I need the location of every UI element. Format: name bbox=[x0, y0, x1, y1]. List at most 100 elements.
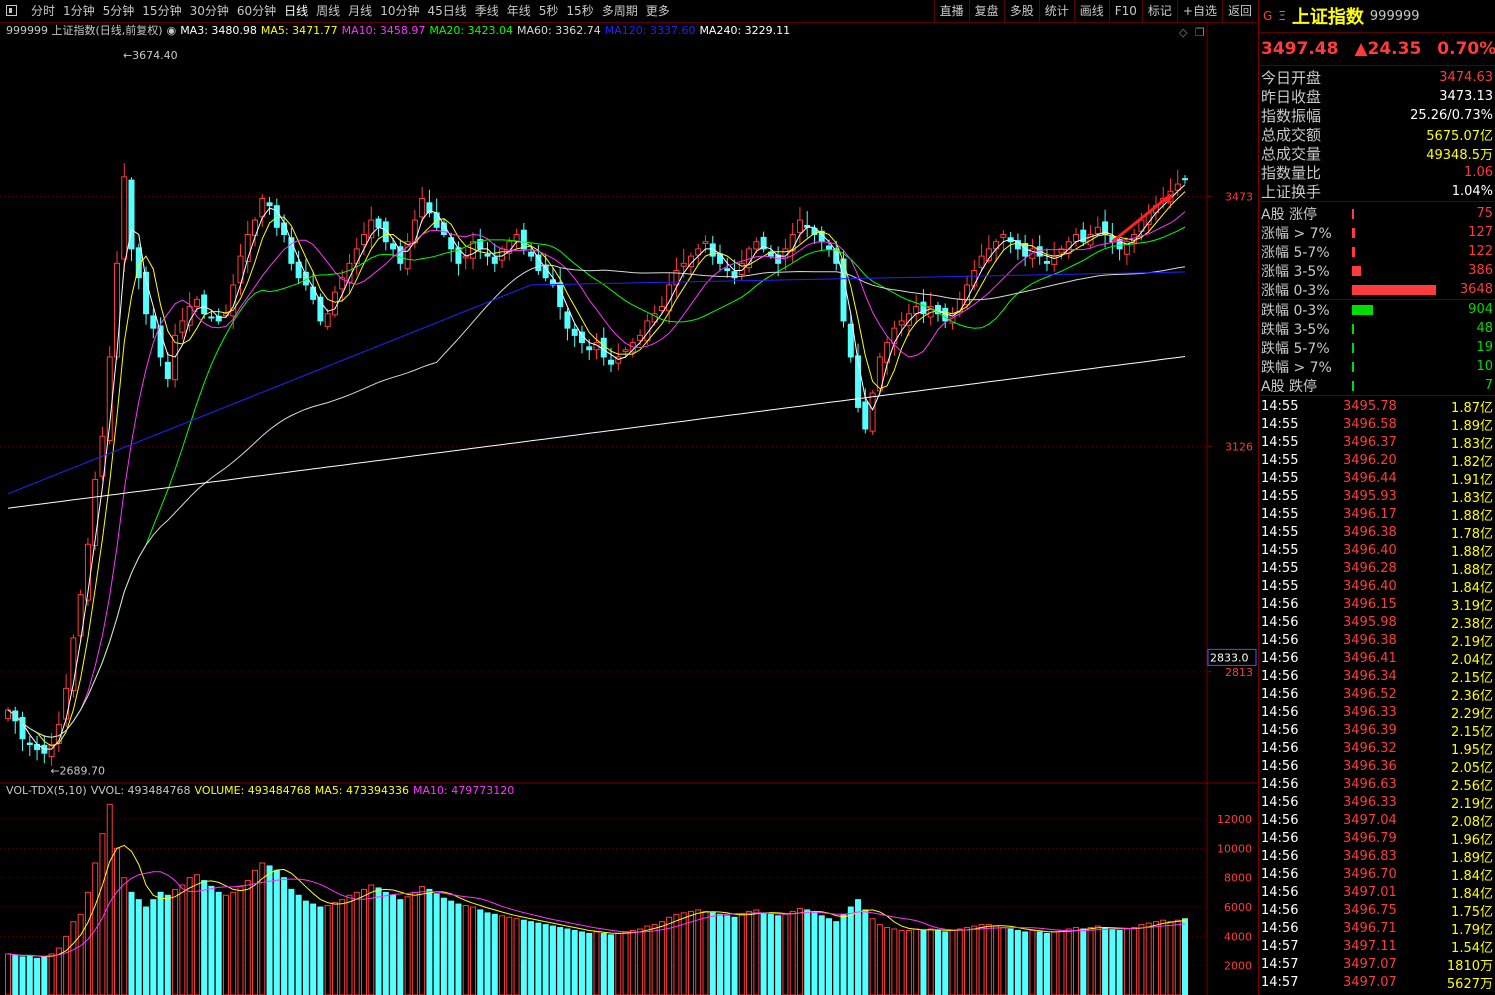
tool-button[interactable]: +自选 bbox=[1176, 0, 1222, 22]
tick-time: 14:55 bbox=[1261, 470, 1299, 486]
volume-bar bbox=[34, 957, 41, 995]
volume-bar bbox=[542, 924, 549, 995]
period-tab[interactable]: 更多 bbox=[642, 0, 674, 22]
candle-body bbox=[564, 311, 571, 329]
volume-tick-label: 6000 bbox=[1224, 901, 1252, 914]
period-tab[interactable]: 多周期 bbox=[598, 0, 642, 22]
stat-value: 3474.63 bbox=[1439, 70, 1493, 85]
volume-bar bbox=[1123, 928, 1130, 995]
candle-body bbox=[353, 248, 360, 264]
quote-sidebar: G Ξ 上证指数 999999 3497.48 ▲24.35 0.70% 今日开… bbox=[1258, 0, 1495, 995]
tick-amount: 1.54亿 bbox=[1451, 940, 1493, 956]
candle-body bbox=[1094, 226, 1101, 234]
candle-body bbox=[491, 256, 498, 264]
candle-body bbox=[724, 268, 731, 272]
tick-row: 14:55 3496.44 1.91亿 bbox=[1259, 469, 1495, 488]
tool-button[interactable]: 统计 bbox=[1038, 0, 1074, 22]
tick-list[interactable]: 14:55 3495.78 1.87亿 14:55 3496.58 1.89亿 14:55 3… bbox=[1259, 396, 1495, 992]
period-tab[interactable]: 15秒 bbox=[562, 0, 597, 22]
volume-bar bbox=[19, 956, 26, 995]
tick-price: 3496.36 bbox=[1343, 758, 1397, 774]
period-tab[interactable]: 分时 bbox=[27, 0, 59, 22]
tick-time: 14:55 bbox=[1261, 416, 1299, 432]
tick-amount: 1.84亿 bbox=[1451, 580, 1493, 596]
candle-body bbox=[419, 197, 426, 218]
period-tab[interactable]: 10分钟 bbox=[376, 0, 423, 22]
period-tab[interactable]: 季线 bbox=[471, 0, 503, 22]
period-tab[interactable]: 年线 bbox=[503, 0, 535, 22]
volume-bar bbox=[469, 906, 476, 995]
volume-bar bbox=[208, 885, 215, 995]
g-icon[interactable]: G bbox=[1263, 9, 1272, 23]
period-tab[interactable]: 5秒 bbox=[535, 0, 563, 22]
volume-tick-label: 12000 bbox=[1217, 813, 1252, 826]
tick-row: 14:55 3496.40 1.88亿 bbox=[1259, 541, 1495, 560]
period-tab[interactable]: 1分钟 bbox=[59, 0, 99, 22]
volume-bar bbox=[143, 906, 150, 995]
tool-button[interactable]: 返回 bbox=[1221, 0, 1257, 22]
period-tab[interactable]: 15分钟 bbox=[138, 0, 185, 22]
tick-time: 14:55 bbox=[1261, 524, 1299, 540]
volume-bar bbox=[266, 865, 273, 995]
volume-bar bbox=[361, 888, 368, 995]
tool-button[interactable]: 直播 bbox=[933, 0, 969, 22]
volume-bar bbox=[578, 931, 585, 995]
distribution-value: 19 bbox=[1476, 340, 1493, 355]
tool-button[interactable]: 多股 bbox=[1003, 0, 1039, 22]
period-tab[interactable]: 45日线 bbox=[423, 0, 470, 22]
volume-bar bbox=[1167, 921, 1174, 995]
volume-bar bbox=[891, 928, 898, 995]
tick-price: 3497.07 bbox=[1343, 956, 1397, 972]
distribution-row: A股 涨停 75 bbox=[1259, 204, 1495, 223]
period-tab[interactable]: 5分钟 bbox=[99, 0, 139, 22]
stat-value: 5675.07亿 bbox=[1426, 129, 1493, 144]
tick-row: 14:55 3496.37 1.83亿 bbox=[1259, 433, 1495, 452]
distribution-value: 75 bbox=[1476, 206, 1493, 221]
candle-body bbox=[121, 176, 128, 260]
period-tab[interactable]: 月线 bbox=[344, 0, 376, 22]
distribution-bar bbox=[1352, 228, 1355, 238]
change-pct: 0.70% bbox=[1437, 39, 1495, 59]
tick-time: 14:56 bbox=[1261, 866, 1299, 882]
tick-row: 14:56 3496.39 2.15亿 bbox=[1259, 721, 1495, 740]
volume-bar bbox=[637, 928, 644, 995]
tick-time: 14:56 bbox=[1261, 776, 1299, 792]
volume-bar bbox=[237, 885, 244, 995]
volume-bar bbox=[818, 915, 825, 995]
volume-bar bbox=[993, 925, 1000, 995]
price-tick-label: 3126 bbox=[1225, 440, 1253, 453]
volume-bar bbox=[971, 925, 978, 995]
volume-bar bbox=[70, 921, 77, 995]
volume-bar bbox=[353, 891, 360, 995]
tick-amount: 2.38亿 bbox=[1451, 616, 1493, 632]
candle-body bbox=[535, 254, 542, 272]
volume-bar bbox=[201, 880, 208, 995]
volume-bar bbox=[687, 910, 694, 995]
stat-label: 今日开盘 bbox=[1261, 69, 1322, 87]
period-tab[interactable]: 60分钟 bbox=[233, 0, 280, 22]
list-icon[interactable]: Ξ bbox=[1278, 9, 1286, 23]
tool-button[interactable]: 标记 bbox=[1141, 0, 1177, 22]
distribution-bar bbox=[1352, 266, 1361, 276]
volume-bar bbox=[811, 912, 818, 995]
tool-button[interactable]: 画线 bbox=[1073, 0, 1109, 22]
stat-row: 昨日收盘 3473.13 bbox=[1259, 87, 1495, 106]
volume-bar bbox=[390, 894, 397, 995]
volume-bar bbox=[564, 928, 571, 995]
tool-button[interactable]: F10 bbox=[1108, 0, 1142, 22]
volume-bar bbox=[796, 907, 803, 995]
volume-bar bbox=[179, 884, 186, 995]
period-tab[interactable]: 周线 bbox=[312, 0, 344, 22]
volume-bar bbox=[847, 906, 854, 995]
tool-button[interactable]: 复盘 bbox=[968, 0, 1004, 22]
volume-bar bbox=[26, 954, 33, 995]
tick-amount: 2.04亿 bbox=[1451, 652, 1493, 668]
period-tab[interactable]: 日线 bbox=[280, 0, 312, 22]
distribution-bar bbox=[1352, 362, 1354, 372]
menu-icon[interactable] bbox=[6, 5, 17, 16]
quote-summary: 3497.48 ▲24.35 0.70% bbox=[1259, 33, 1495, 66]
distribution-value: 386 bbox=[1468, 263, 1493, 278]
ma5-line bbox=[7, 191, 1186, 747]
kline-chart[interactable]: 3473 3126 2813 2833.0 12000 10000 8000 6000 4000… bbox=[0, 22, 1257, 995]
period-tab[interactable]: 30分钟 bbox=[186, 0, 233, 22]
